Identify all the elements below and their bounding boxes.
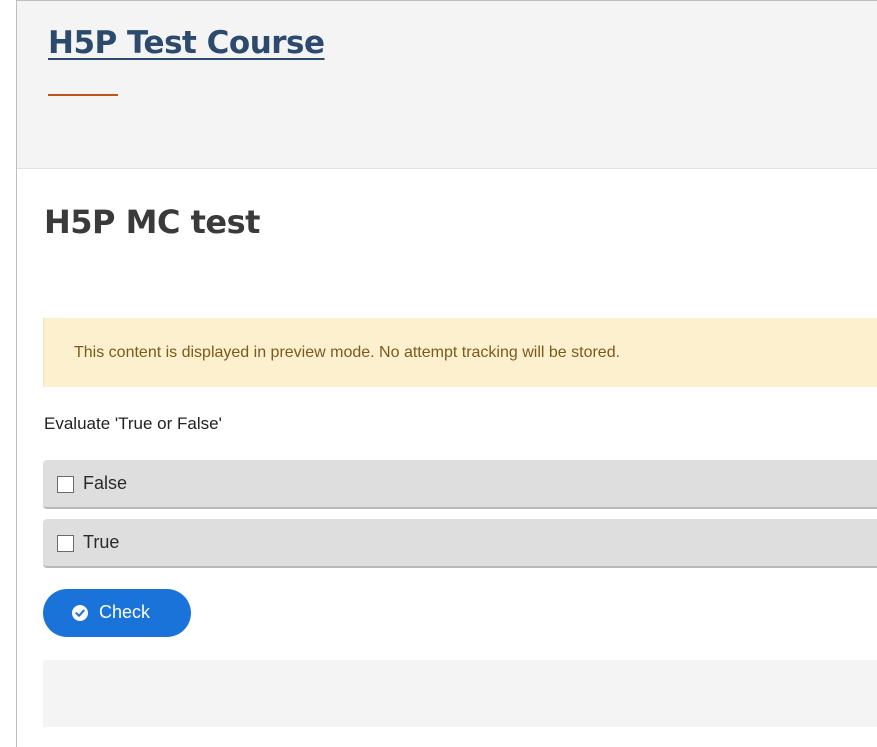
answer-label: True: [83, 532, 120, 552]
feedback-area: [43, 660, 877, 727]
answer-label: False: [83, 473, 128, 493]
check-button-label: Check: [99, 602, 151, 622]
checkbox-icon[interactable]: [57, 535, 74, 552]
preview-notice: This content is displayed in preview mod…: [43, 318, 877, 387]
course-header: H5P Test Course: [17, 1, 877, 169]
answer-option-true[interactable]: True: [43, 519, 877, 568]
check-button[interactable]: Check: [43, 589, 191, 637]
title-accent-line: [48, 94, 118, 96]
check-circle-icon: [72, 605, 88, 621]
answer-option-false[interactable]: False: [43, 460, 877, 509]
question-text: Evaluate 'True or False': [44, 414, 222, 433]
preview-notice-text: This content is displayed in preview mod…: [74, 344, 621, 361]
page-title: H5P MC test: [44, 203, 260, 241]
checkbox-icon[interactable]: [57, 476, 74, 493]
course-title-link[interactable]: H5P Test Course: [48, 25, 325, 61]
content-frame: H5P Test Course H5P MC test This content…: [16, 0, 877, 747]
